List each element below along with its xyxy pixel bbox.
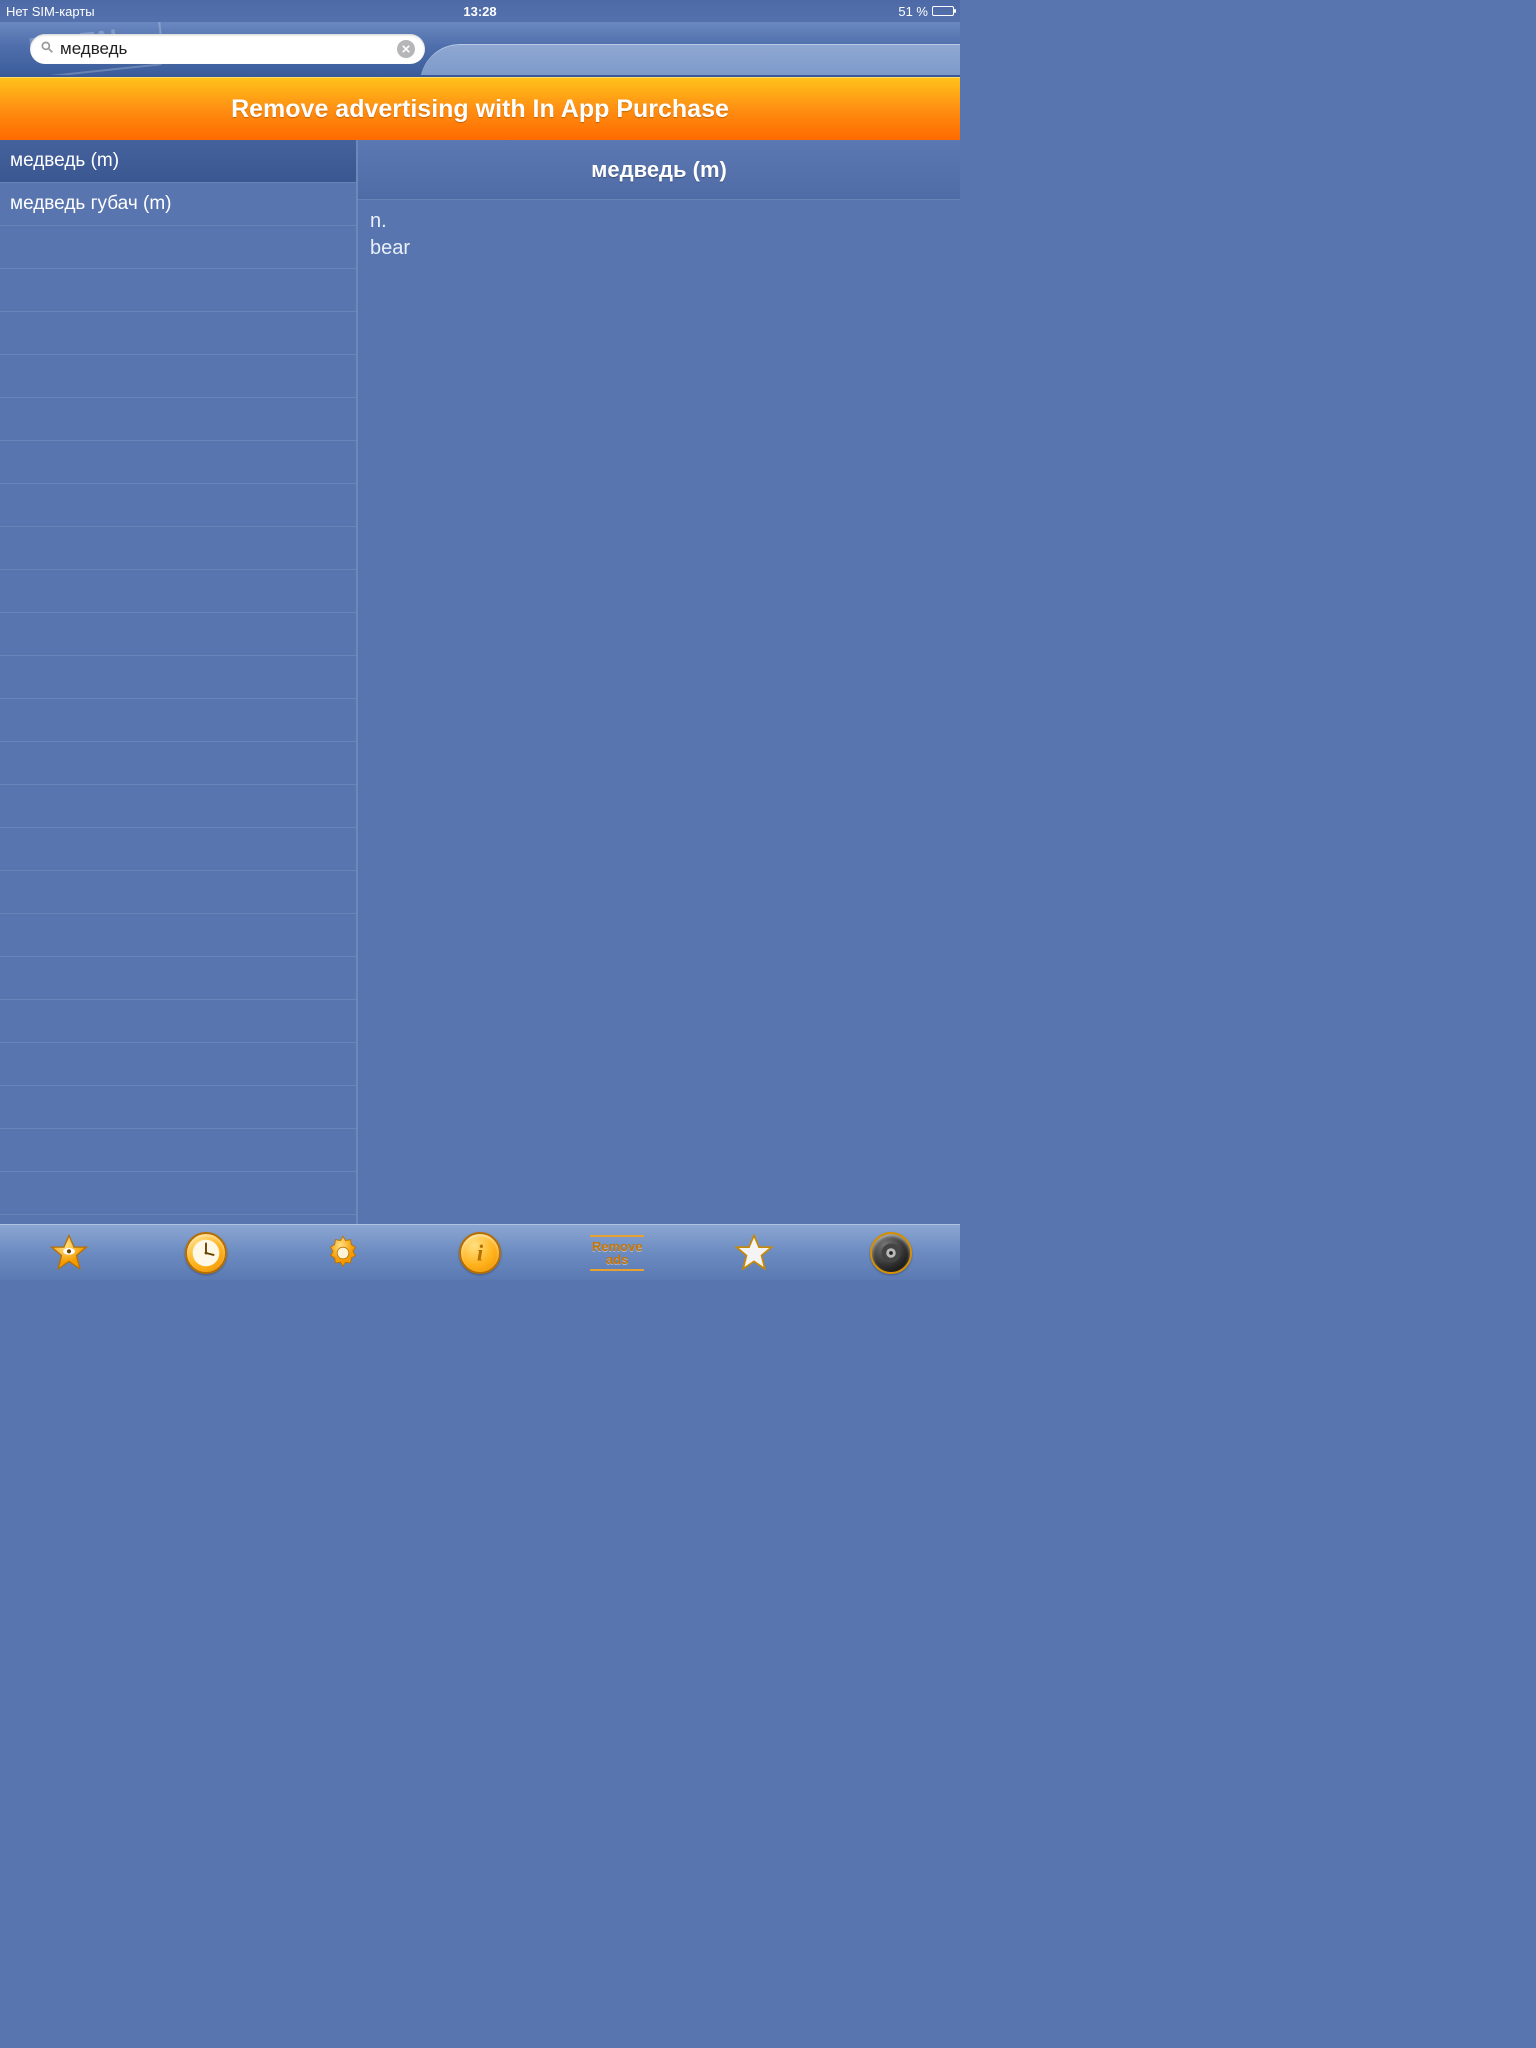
list-item-empty — [0, 398, 356, 441]
search-bar: PORTAL — [0, 22, 960, 77]
tab-favorites[interactable] — [686, 1225, 823, 1280]
list-item-empty — [0, 742, 356, 785]
list-item-empty — [0, 613, 356, 656]
list-item[interactable]: медведь губач (m) — [0, 183, 356, 226]
speaker-icon — [870, 1232, 912, 1274]
clock-icon — [185, 1232, 227, 1274]
remove-ads-icon: Remove ads — [590, 1235, 645, 1271]
status-bar: Нет SIM-карты 13:28 51 % — [0, 0, 960, 22]
ad-banner-text: Remove advertising with In App Purchase — [231, 95, 729, 124]
tab-bar: i Remove ads — [0, 1224, 960, 1280]
tab-featured[interactable] — [0, 1225, 137, 1280]
part-of-speech: n. — [370, 208, 948, 235]
tab-history[interactable] — [137, 1225, 274, 1280]
carrier-label: Нет SIM-карты — [6, 4, 322, 19]
battery-percent-label: 51 % — [898, 4, 928, 19]
clock-label: 13:28 — [322, 4, 638, 19]
info-icon: i — [459, 1232, 501, 1274]
detail-pane: медведь (m) n. bear — [358, 140, 960, 1224]
list-item-empty — [0, 226, 356, 269]
content-area: медведь (m)медведь губач (m) медведь (m)… — [0, 140, 960, 1224]
list-item-empty — [0, 699, 356, 742]
gear-icon — [323, 1233, 363, 1273]
search-field[interactable] — [30, 34, 425, 64]
clear-search-button[interactable] — [397, 40, 415, 58]
list-item-empty — [0, 312, 356, 355]
list-item-empty — [0, 441, 356, 484]
star-eye-icon — [49, 1233, 89, 1273]
list-item-empty — [0, 1043, 356, 1086]
list-item-empty — [0, 1000, 356, 1043]
battery-icon — [932, 6, 954, 16]
svg-text:i: i — [477, 1240, 484, 1265]
list-item-empty — [0, 871, 356, 914]
list-item-empty — [0, 785, 356, 828]
detail-body: n. bear — [358, 200, 960, 1224]
results-list[interactable]: медведь (m)медведь губач (m) — [0, 140, 358, 1224]
list-item-empty — [0, 828, 356, 871]
list-item-empty — [0, 269, 356, 312]
list-item-empty — [0, 1129, 356, 1172]
list-item-empty — [0, 527, 356, 570]
tab-settings[interactable] — [274, 1225, 411, 1280]
tab-remove-ads[interactable]: Remove ads — [549, 1225, 686, 1280]
list-item-empty — [0, 656, 356, 699]
list-item-empty — [0, 570, 356, 613]
list-item-empty — [0, 914, 356, 957]
tab-audio[interactable] — [823, 1225, 960, 1280]
translation-text: bear — [370, 235, 948, 262]
list-item-empty — [0, 484, 356, 527]
star-icon — [734, 1233, 774, 1273]
list-item-empty — [0, 355, 356, 398]
list-item-empty — [0, 1172, 356, 1215]
detail-title: медведь (m) — [358, 140, 960, 200]
list-item[interactable]: медведь (m) — [0, 140, 356, 183]
search-icon — [40, 40, 54, 59]
tab-info[interactable]: i — [411, 1225, 548, 1280]
ad-banner[interactable]: Remove advertising with In App Purchase — [0, 77, 960, 140]
list-item-empty — [0, 1086, 356, 1129]
search-input[interactable] — [54, 39, 397, 59]
list-item-empty — [0, 957, 356, 1000]
